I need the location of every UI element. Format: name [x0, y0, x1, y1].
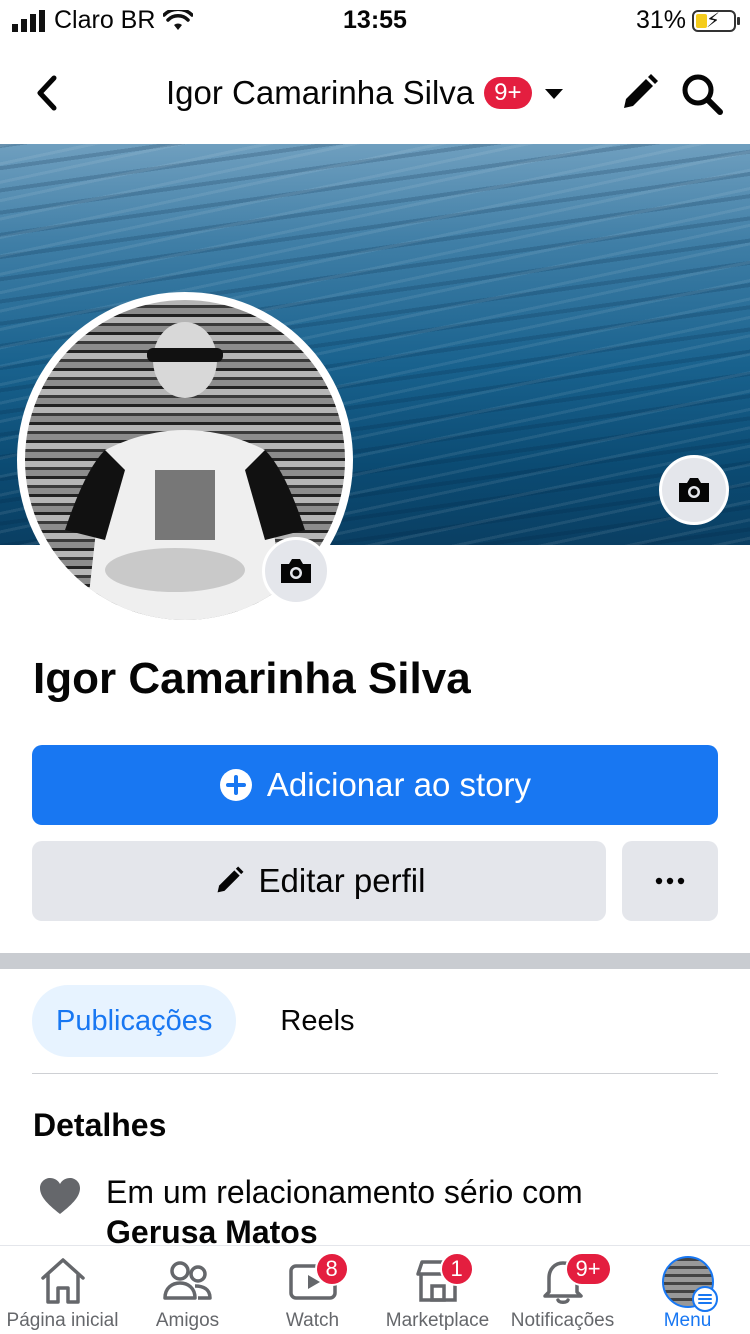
divider — [32, 1073, 718, 1074]
pencil-icon — [217, 866, 244, 893]
add-to-story-button[interactable]: Adicionar ao story — [32, 745, 718, 825]
friends-icon — [162, 1261, 212, 1300]
edit-profile-label: Editar perfil — [258, 862, 426, 899]
camera-icon — [281, 559, 311, 583]
battery-percent: 31% — [635, 6, 686, 34]
nav-home[interactable]: Página inicial — [0, 1246, 125, 1334]
edit-profile-button[interactable]: Editar perfil — [32, 841, 606, 921]
menu-icon — [691, 1286, 718, 1312]
nav-title: Igor Camarinha Silva — [166, 74, 475, 111]
nav-watch-label: Watch — [285, 1310, 340, 1331]
more-dots-icon — [655, 877, 685, 885]
edit-profile-picture-button[interactable] — [262, 537, 330, 605]
nav-watch[interactable]: 8 Watch — [250, 1246, 375, 1334]
plus-circle-icon — [219, 769, 252, 801]
top-nav: Igor Camarinha Silva 9+ — [0, 48, 750, 140]
nav-notifications[interactable]: 9+ Notificações — [500, 1246, 625, 1334]
relationship-detail[interactable]: Em um relacionamento sério com Gerusa Ma… — [38, 1172, 728, 1252]
profile-tabs: Publicações Reels — [32, 985, 379, 1057]
pencil-icon — [624, 74, 658, 108]
bottom-nav: Página inicial Amigos 8 Watch 1 Marketpl… — [0, 1245, 750, 1334]
tab-publicacoes[interactable]: Publicações — [32, 985, 237, 1057]
notification-badge: 9+ — [484, 77, 532, 109]
marketplace-badge: 1 — [439, 1252, 474, 1286]
avatar — [661, 1256, 718, 1312]
home-icon — [40, 1258, 85, 1304]
add-to-story-label: Adicionar ao story — [266, 766, 532, 803]
nav-menu[interactable]: Menu — [625, 1246, 750, 1334]
tab-reels[interactable]: Reels — [256, 985, 378, 1057]
details-heading: Detalhes — [33, 1107, 167, 1143]
status-bar: Claro BR 13:55 31% ⚡ — [0, 0, 750, 44]
heart-icon — [40, 1178, 80, 1214]
nav-marketplace-label: Marketplace — [385, 1310, 490, 1331]
relationship-text: Em um relacionamento sério com — [106, 1174, 583, 1210]
section-divider — [0, 953, 750, 969]
profile-switcher[interactable]: Igor Camarinha Silva 9+ — [166, 74, 566, 112]
nav-friends[interactable]: Amigos — [125, 1246, 250, 1334]
profile-name: Igor Camarinha Silva — [33, 654, 471, 703]
back-icon — [37, 75, 57, 111]
back-button[interactable] — [30, 70, 66, 116]
watch-badge: 8 — [314, 1252, 349, 1286]
charging-icon: ⚡ — [706, 9, 721, 32]
nav-notifications-label: Notificações — [510, 1310, 615, 1331]
nav-menu-label: Menu — [663, 1310, 712, 1331]
search-button[interactable] — [680, 72, 724, 116]
camera-icon — [679, 478, 709, 502]
more-options-button[interactable] — [622, 841, 718, 921]
edit-cover-button[interactable] — [659, 455, 729, 525]
nav-home-label: Página inicial — [6, 1310, 119, 1331]
nav-marketplace[interactable]: 1 Marketplace — [375, 1246, 500, 1334]
nav-friends-label: Amigos — [155, 1310, 220, 1331]
chevron-down-icon — [544, 89, 563, 99]
search-icon — [682, 74, 723, 115]
battery-icon: ⚡ — [692, 9, 740, 32]
notifications-badge: 9+ — [564, 1252, 612, 1286]
edit-button[interactable] — [618, 72, 660, 114]
